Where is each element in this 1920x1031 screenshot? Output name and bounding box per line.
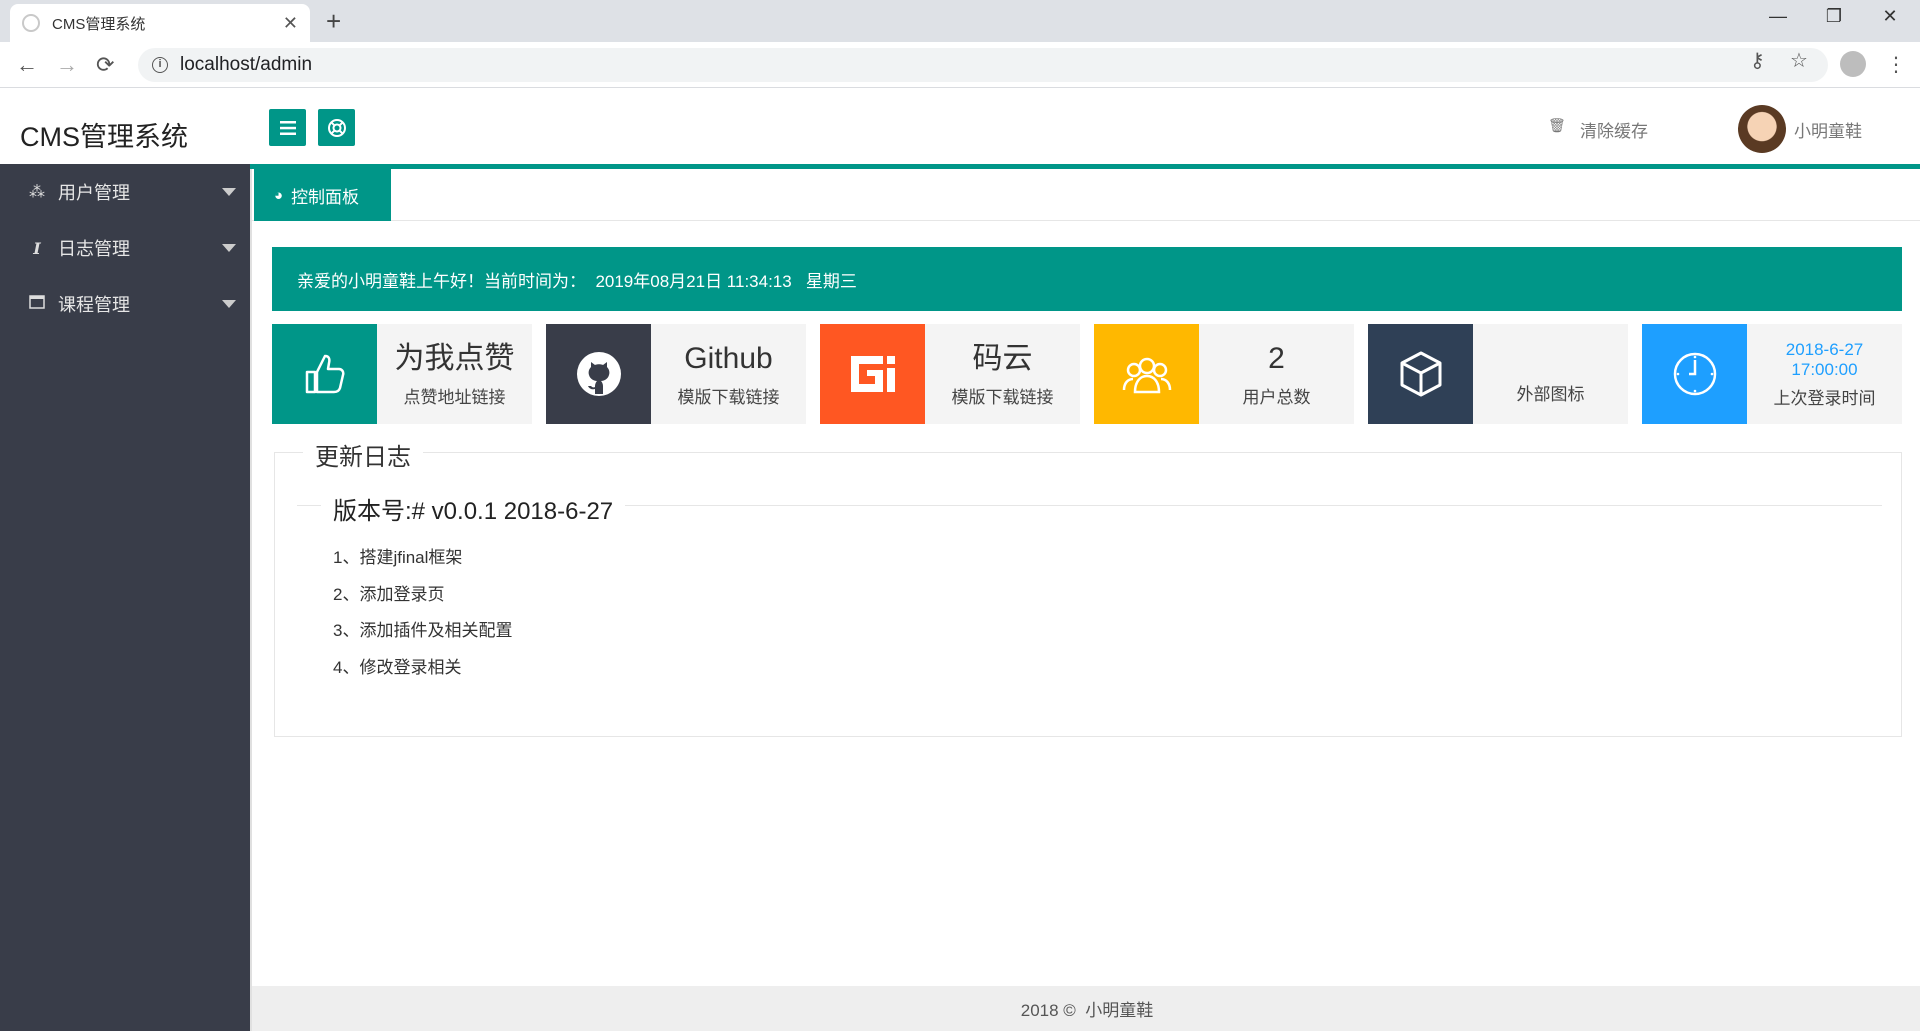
card-subtitle: 点赞地址链接: [403, 387, 506, 407]
address-bar[interactable]: i localhost/admin: [138, 48, 1828, 82]
forward-button[interactable]: →: [56, 52, 78, 78]
changelog-title: 更新日志: [303, 437, 423, 472]
last-login-date: 2018-6-27: [1785, 339, 1864, 359]
changelog-list: 1、搭建jfinal框架 2、添加登录页 3、添加插件及相关配置 4、修改登录相…: [333, 543, 512, 689]
list-item: 3、添加插件及相关配置: [333, 621, 513, 640]
url-text: localhost/admin: [180, 54, 313, 75]
browser-tabbar: CMS管理系统 ✕ + — ❐ ✕: [0, 0, 1920, 42]
sidebar-item-user-management[interactable]: ⁂ 用户管理: [0, 164, 250, 220]
dashboard-icon: ◕: [274, 186, 284, 204]
users-icon: [1094, 324, 1199, 424]
browser-menu-icon[interactable]: ⋮: [1886, 52, 1906, 77]
card-title: Github: [684, 341, 773, 375]
tab-strip: ◕ 控制面板: [252, 169, 1920, 221]
sidebar-item-label: 课程管理: [58, 295, 130, 315]
card-subtitle: 模版下载链接: [677, 387, 780, 407]
sidebar-item-label: 用户管理: [58, 183, 130, 203]
welcome-text: 亲爱的小明童鞋上午好！当前时间为： 2019年08月21日 11:34:13 星…: [297, 271, 857, 291]
main-content: ◕ 控制面板 亲爱的小明童鞋上午好！当前时间为： 2019年08月21日 11:…: [250, 169, 1920, 1031]
stat-cards: 为我点赞 点赞地址链接 Github 模版下载链接 码云 模版下载链接 2 用户…: [272, 324, 1902, 424]
cube-icon: [1368, 324, 1473, 424]
profile-icon[interactable]: [1840, 51, 1866, 77]
last-login-time: 17:00:00: [1791, 359, 1858, 379]
version-title: 版本号:# v0.0.1 2018-6-27: [321, 491, 626, 526]
window-close-button[interactable]: ✕: [1870, 6, 1910, 27]
key-icon[interactable]: ⚷: [1750, 48, 1765, 73]
card-github[interactable]: Github 模版下载链接: [546, 324, 806, 424]
app-logo: CMS管理系统: [20, 122, 188, 152]
browser-tab[interactable]: CMS管理系统 ✕: [10, 4, 310, 42]
sidebar-item-label: 日志管理: [58, 239, 130, 259]
italic-icon: I: [33, 238, 41, 258]
gitee-icon: [820, 324, 925, 424]
thumbs-up-icon: [272, 324, 377, 424]
tab-close-icon[interactable]: ✕: [283, 13, 298, 34]
sidebar-item-log-management[interactable]: I 日志管理: [0, 220, 250, 276]
tab-dashboard-label: 控制面板: [291, 187, 360, 207]
caret-down-icon: [222, 300, 236, 308]
card-subtitle: 模版下载链接: [951, 387, 1054, 407]
refresh-button[interactable]: [318, 109, 355, 146]
list-item: 2、添加登录页: [333, 584, 445, 604]
card-title: 为我点赞: [394, 341, 515, 375]
card-subtitle: 上次登录时间: [1773, 388, 1876, 408]
footer-text: 2018 © 小明童鞋: [1020, 1001, 1154, 1020]
sidebar: ⁂ 用户管理 I 日志管理 课程管理: [0, 164, 250, 1031]
card-user-count[interactable]: 2 用户总数: [1094, 324, 1354, 424]
card-subtitle: 外部图标: [1516, 384, 1585, 404]
minimize-button[interactable]: —: [1758, 6, 1798, 27]
changelog-panel: 更新日志 版本号:# v0.0.1 2018-6-27 1、搭建jfinal框架…: [274, 437, 1902, 737]
card-external-icon[interactable]: 外部图标: [1368, 324, 1628, 424]
card-value: 2: [1268, 341, 1285, 375]
menu-icon: [279, 120, 296, 135]
card-last-login[interactable]: 2018-6-27 17:00:00 上次登录时间: [1642, 324, 1902, 424]
trash-icon: 🗑: [1548, 117, 1566, 133]
browser-toolbar: ← → ⟳ i localhost/admin ⚷ ☆: [0, 42, 1920, 88]
caret-down-icon: [222, 188, 236, 196]
users-icon: ⁂: [29, 184, 45, 201]
list-item: 1、搭建jfinal框架: [333, 548, 463, 567]
welcome-banner: 亲爱的小明童鞋上午好！当前时间为： 2019年08月21日 11:34:13 星…: [272, 247, 1902, 311]
card-subtitle: 用户总数: [1242, 387, 1311, 407]
info-icon[interactable]: i: [152, 57, 168, 73]
card-title: 码云: [972, 341, 1033, 375]
avatar[interactable]: [1738, 105, 1786, 153]
github-icon: [546, 324, 651, 424]
tab-title: CMS管理系统: [52, 15, 146, 33]
lifebuoy-icon: [327, 118, 346, 137]
menu-toggle-button[interactable]: [269, 109, 306, 146]
caret-down-icon: [222, 244, 236, 252]
restore-button[interactable]: ❐: [1814, 6, 1854, 27]
back-button[interactable]: ←: [16, 52, 38, 78]
favicon-icon: [22, 14, 40, 32]
sidebar-item-course-management[interactable]: 课程管理: [0, 276, 250, 332]
app-header: CMS管理系统 🗑 清除缓存 小明童鞋: [0, 89, 1920, 164]
calendar-icon: [26, 294, 48, 314]
card-like[interactable]: 为我点赞 点赞地址链接: [272, 324, 532, 424]
footer: 2018 © 小明童鞋: [252, 986, 1920, 1031]
bookmark-star-icon[interactable]: ☆: [1790, 48, 1808, 73]
reload-button[interactable]: ⟳: [96, 52, 114, 78]
tab-dashboard[interactable]: ◕ 控制面板: [254, 169, 391, 221]
clock-icon: [1642, 324, 1747, 424]
username-link[interactable]: 小明童鞋: [1794, 117, 1862, 142]
clear-cache-link[interactable]: 清除缓存: [1580, 117, 1648, 142]
list-item: 4、修改登录相关: [333, 657, 462, 677]
new-tab-button[interactable]: +: [326, 6, 341, 37]
card-gitee[interactable]: 码云 模版下载链接: [820, 324, 1080, 424]
